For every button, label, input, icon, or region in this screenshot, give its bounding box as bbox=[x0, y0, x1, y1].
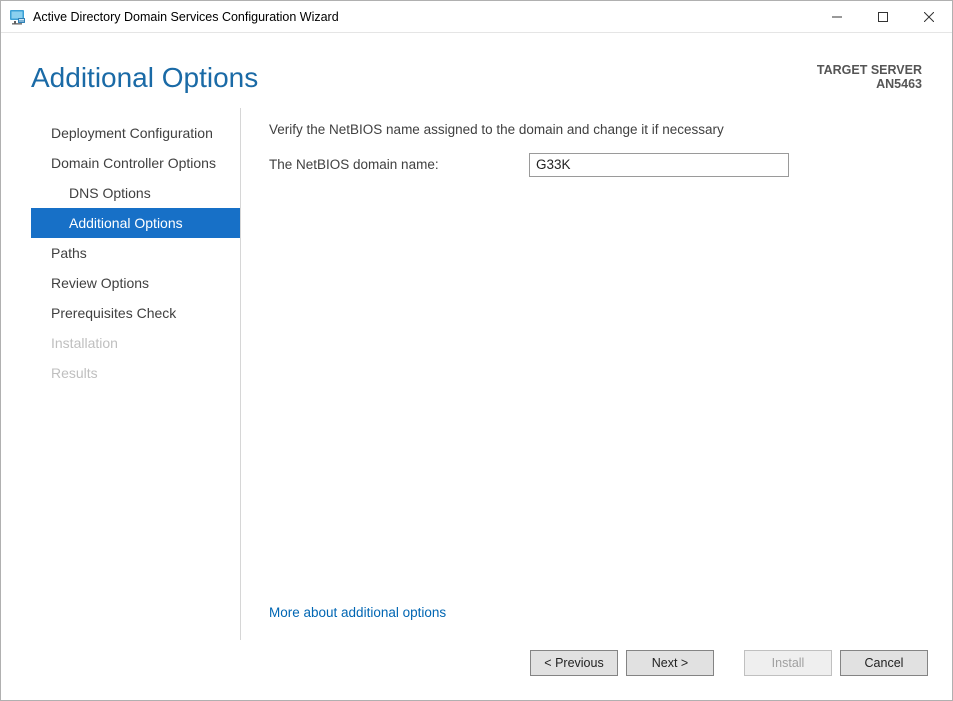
next-button[interactable]: Next > bbox=[626, 650, 714, 676]
server-manager-icon bbox=[9, 9, 25, 25]
step-additional-options[interactable]: Additional Options bbox=[31, 208, 240, 238]
instruction-text: Verify the NetBIOS name assigned to the … bbox=[269, 122, 922, 137]
window-title: Active Directory Domain Services Configu… bbox=[33, 10, 339, 24]
install-button: Install bbox=[744, 650, 832, 676]
target-server-name: AN5463 bbox=[817, 77, 922, 91]
footer: < Previous Next > Install Cancel bbox=[1, 640, 952, 700]
step-deployment-configuration[interactable]: Deployment Configuration bbox=[31, 118, 240, 148]
header: Additional Options TARGET SERVER AN5463 bbox=[1, 33, 952, 108]
minimize-button[interactable] bbox=[814, 2, 860, 32]
netbios-field-row: The NetBIOS domain name: bbox=[269, 153, 922, 177]
page-title: Additional Options bbox=[31, 63, 258, 94]
maximize-button[interactable] bbox=[860, 2, 906, 32]
netbios-domain-name-input[interactable] bbox=[529, 153, 789, 177]
step-installation: Installation bbox=[31, 328, 240, 358]
body: Deployment Configuration Domain Controll… bbox=[1, 108, 952, 640]
close-button[interactable] bbox=[906, 2, 952, 32]
wizard-steps-sidebar: Deployment Configuration Domain Controll… bbox=[31, 108, 241, 640]
target-server-block: TARGET SERVER AN5463 bbox=[817, 63, 922, 91]
cancel-button[interactable]: Cancel bbox=[840, 650, 928, 676]
step-prerequisites-check[interactable]: Prerequisites Check bbox=[31, 298, 240, 328]
content-pane: Verify the NetBIOS name assigned to the … bbox=[241, 108, 922, 640]
step-review-options[interactable]: Review Options bbox=[31, 268, 240, 298]
step-dns-options[interactable]: DNS Options bbox=[31, 178, 240, 208]
netbios-label: The NetBIOS domain name: bbox=[269, 157, 529, 172]
wizard-window: Active Directory Domain Services Configu… bbox=[0, 0, 953, 701]
previous-button[interactable]: < Previous bbox=[530, 650, 618, 676]
step-results: Results bbox=[31, 358, 240, 388]
step-paths[interactable]: Paths bbox=[31, 238, 240, 268]
target-server-label: TARGET SERVER bbox=[817, 63, 922, 77]
more-about-additional-options-link[interactable]: More about additional options bbox=[269, 605, 446, 620]
step-domain-controller-options[interactable]: Domain Controller Options bbox=[31, 148, 240, 178]
titlebar: Active Directory Domain Services Configu… bbox=[1, 1, 952, 33]
